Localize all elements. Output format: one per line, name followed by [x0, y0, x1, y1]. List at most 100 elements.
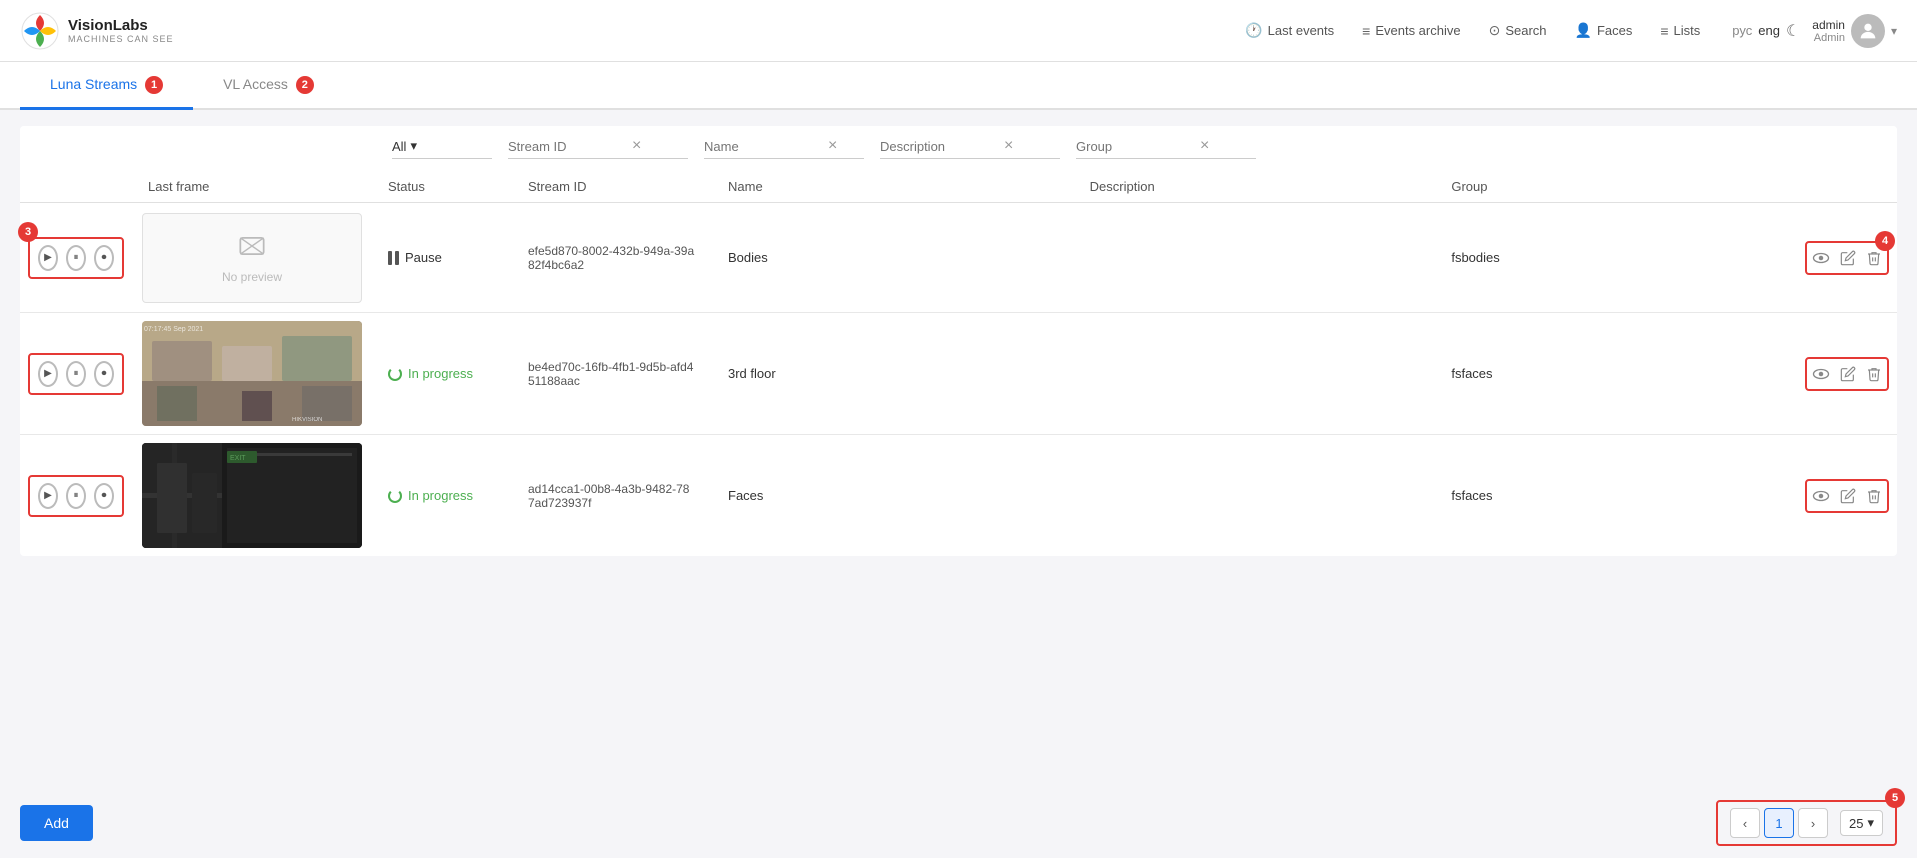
actions-cell-2 — [1797, 313, 1897, 434]
col-header-lastframe: Last frame — [132, 179, 372, 194]
nav-last-events-label: Last events — [1268, 23, 1335, 38]
status-cell-1: Pause — [372, 203, 512, 312]
description-filter[interactable]: × — [880, 138, 1060, 159]
stop-button[interactable]: ⏺ — [94, 245, 114, 271]
group-cell-1: fsbodies — [1435, 203, 1797, 312]
desc-cell-2 — [1074, 313, 1436, 434]
name-filter[interactable]: × — [704, 138, 864, 159]
lang-en[interactable]: eng — [1758, 23, 1780, 38]
clock-icon: 🕐 — [1245, 22, 1262, 39]
stream-id-input[interactable] — [508, 139, 628, 154]
actions-wrapper-r3 — [1805, 479, 1889, 513]
view-button-1[interactable] — [1812, 249, 1830, 267]
col-header-description: Description — [1074, 179, 1436, 194]
nav-search[interactable]: ⊙ Search — [1477, 16, 1559, 45]
nav-last-events[interactable]: 🕐 Last events — [1233, 16, 1346, 45]
status-filter[interactable]: All ▾ — [392, 138, 492, 159]
status-paused: Pause — [388, 250, 442, 265]
logo-title: VisionLabs — [68, 17, 174, 34]
row-controls-r2: ▶ ⏸ ⏺ — [28, 353, 124, 395]
badge-3: 3 — [18, 222, 38, 242]
no-preview-label: No preview — [222, 270, 282, 284]
desc-cell-3 — [1074, 435, 1436, 556]
group-filter[interactable]: × — [1076, 138, 1256, 159]
tab-vl-access-label: VL Access — [223, 76, 288, 92]
group-input[interactable] — [1076, 139, 1196, 154]
stream-id-clear-icon[interactable]: × — [632, 138, 641, 154]
nav-lists[interactable]: ≡ Lists — [1648, 17, 1712, 45]
delete-button-3[interactable] — [1866, 488, 1882, 504]
language-switcher: рус eng ☾ — [1732, 21, 1800, 41]
status-label-3: In progress — [408, 488, 473, 503]
table-row: 3 ▶ ⏸ ⏺ No preview — [20, 203, 1897, 313]
view-button-3[interactable] — [1812, 487, 1830, 505]
edit-button-2[interactable] — [1840, 366, 1856, 382]
pause-button-2[interactable]: ⏸ — [66, 361, 86, 387]
stop-button-3[interactable]: ⏺ — [94, 483, 114, 509]
prev-page-button[interactable]: ‹ — [1730, 808, 1760, 838]
preview-office: 07:17:45 Sep 2021 HIKVISION — [142, 321, 362, 426]
group-clear-icon[interactable]: × — [1200, 138, 1209, 154]
name-input[interactable] — [704, 139, 824, 154]
view-button-2[interactable] — [1812, 365, 1830, 383]
status-inprogress-2: In progress — [388, 366, 473, 381]
actions-wrapper-4: 4 — [1805, 241, 1889, 275]
user-menu[interactable]: admin Admin ▾ — [1812, 14, 1897, 48]
streamid-cell-2: be4ed70c-16fb-4fb1-9d5b-afd451188aac — [512, 313, 712, 434]
page-1-button[interactable]: 1 — [1764, 808, 1794, 838]
delete-button-1[interactable] — [1866, 250, 1882, 266]
pause-button-3[interactable]: ⏸ — [66, 483, 86, 509]
name-cell-1: Bodies — [712, 203, 1074, 312]
group-cell-3: fsfaces — [1435, 435, 1797, 556]
page-size-value: 25 — [1849, 816, 1863, 831]
streamid-cell-3: ad14cca1-00b8-4a3b-9482-787ad723937f — [512, 435, 712, 556]
avatar — [1851, 14, 1885, 48]
stream-id-filter[interactable]: × — [508, 138, 688, 159]
play-button-2[interactable]: ▶ — [38, 361, 58, 387]
edit-button-1[interactable] — [1840, 250, 1856, 266]
status-inprogress-3: In progress — [388, 488, 473, 503]
status-label-2: In progress — [408, 366, 473, 381]
nav-faces[interactable]: 👤 Faces — [1563, 16, 1645, 45]
play-button-3[interactable]: ▶ — [38, 483, 58, 509]
delete-button-2[interactable] — [1866, 366, 1882, 382]
row-controls-r3: ▶ ⏸ ⏺ — [28, 475, 124, 517]
nav-events-archive[interactable]: ≡ Events archive — [1350, 17, 1472, 45]
description-input[interactable] — [880, 139, 1000, 154]
play-button[interactable]: ▶ — [38, 245, 58, 271]
lists-icon: ≡ — [1660, 23, 1668, 39]
header: VisionLabs MACHINES CAN SEE 🕐 Last event… — [0, 0, 1917, 62]
pagination-area: 5 ‹ 1 › 25 ▾ — [1716, 800, 1897, 846]
tab-luna-streams[interactable]: Luna Streams 1 — [20, 62, 193, 110]
nav-faces-label: Faces — [1597, 23, 1632, 38]
next-page-button[interactable]: › — [1798, 808, 1828, 838]
preview-cell-1: No preview — [132, 203, 372, 312]
col-header-status: Status — [372, 179, 512, 194]
name-cell-3: Faces — [712, 435, 1074, 556]
actions-wrapper-r2 — [1805, 357, 1889, 391]
preview-cell-3: EXIT — [132, 435, 372, 556]
pause-button[interactable]: ⏸ — [66, 245, 86, 271]
lang-ru[interactable]: рус — [1732, 23, 1752, 38]
name-cell-2: 3rd floor — [712, 313, 1074, 434]
description-clear-icon[interactable]: × — [1004, 138, 1013, 154]
user-role: Admin — [1814, 32, 1845, 44]
tab-vl-access[interactable]: VL Access 2 — [193, 62, 344, 110]
name-clear-icon[interactable]: × — [828, 138, 837, 154]
badge-5: 5 — [1885, 788, 1905, 808]
pause-icon — [388, 251, 399, 265]
spinner-icon-2 — [388, 367, 402, 381]
filter-bar: All ▾ × × × × — [20, 126, 1897, 171]
add-button[interactable]: Add — [20, 805, 93, 841]
preview-dark: EXIT — [142, 443, 362, 548]
page-size-selector[interactable]: 25 ▾ — [1840, 810, 1883, 836]
actions-cell-1: 4 — [1797, 203, 1897, 312]
user-info: admin Admin — [1812, 18, 1845, 44]
theme-toggle-icon[interactable]: ☾ — [1786, 21, 1800, 41]
edit-button-3[interactable] — [1840, 488, 1856, 504]
logo-icon — [20, 11, 60, 51]
logo-text: VisionLabs MACHINES CAN SEE — [68, 17, 174, 44]
logo-area: VisionLabs MACHINES CAN SEE — [20, 11, 174, 51]
row-controls-cell-2: ▶ ⏸ ⏺ — [20, 313, 132, 434]
stop-button-2[interactable]: ⏺ — [94, 361, 114, 387]
